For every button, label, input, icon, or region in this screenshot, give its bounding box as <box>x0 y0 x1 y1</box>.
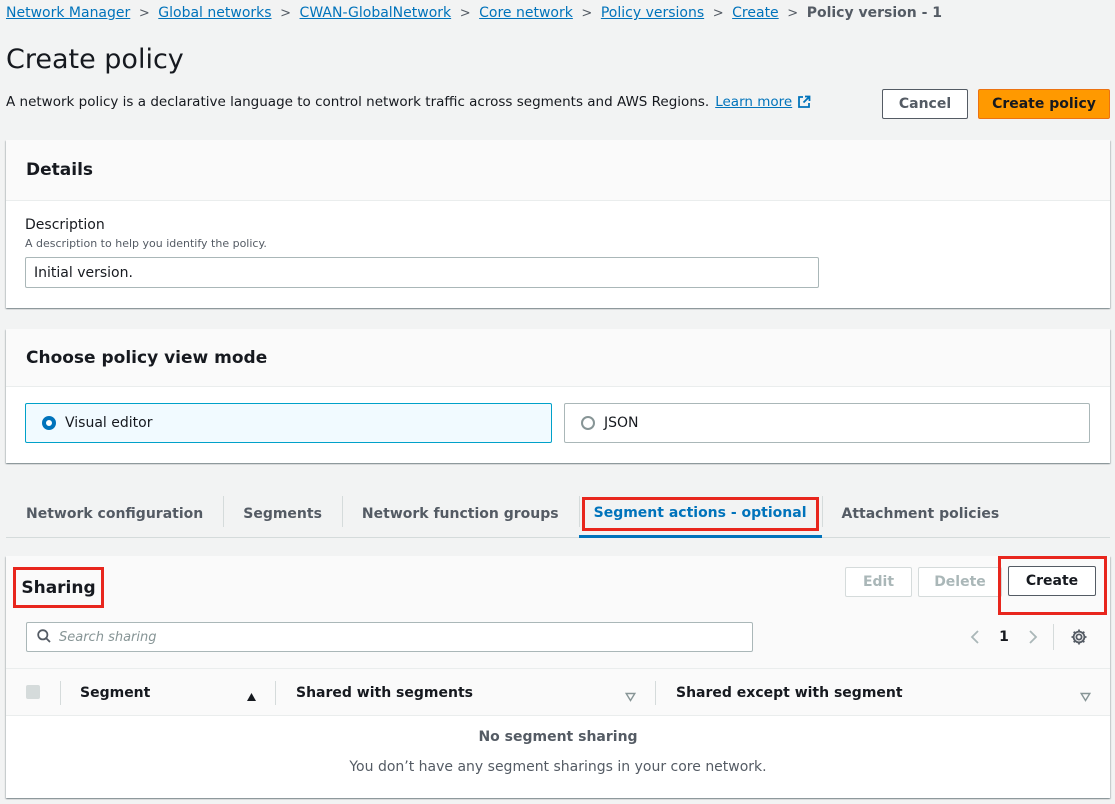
breadcrumb-current: Policy version - 1 <box>806 5 943 21</box>
page-number[interactable]: 1 <box>984 629 1024 645</box>
details-title: Details <box>6 140 1110 201</box>
breadcrumb: Network Manager > Global networks > CWAN… <box>6 3 942 23</box>
gear-icon[interactable] <box>1070 628 1088 650</box>
chevron-right-icon: > <box>459 5 471 21</box>
edit-button[interactable]: Edit <box>845 567 912 597</box>
delete-button[interactable]: Delete <box>918 567 1002 597</box>
chevron-right-icon: > <box>787 5 799 21</box>
search-box <box>26 622 753 652</box>
json-option[interactable]: JSON <box>564 403 1090 443</box>
sort-ascending-icon[interactable] <box>246 687 257 706</box>
column-divider <box>60 681 61 705</box>
breadcrumb-create[interactable]: Create <box>732 5 779 21</box>
details-panel: Details Description A description to hel… <box>6 140 1110 308</box>
breadcrumb-global-network[interactable]: CWAN-GlobalNetwork <box>300 5 452 21</box>
column-divider <box>275 681 276 705</box>
json-label: JSON <box>604 415 639 431</box>
tab-segment-actions[interactable]: Segment actions - optional <box>578 490 822 538</box>
create-policy-button[interactable]: Create policy <box>978 89 1110 119</box>
sort-unsorted-icon[interactable] <box>624 687 637 706</box>
tab-segment-actions-label: Segment actions - optional <box>581 496 819 531</box>
search-sharing-input[interactable] <box>59 629 739 645</box>
column-shared-except[interactable]: Shared except with segment <box>676 669 903 717</box>
column-divider <box>655 681 656 705</box>
page-title: Create policy <box>6 44 184 75</box>
page-description-text: A network policy is a declarative langua… <box>6 94 710 110</box>
previous-page-icon[interactable] <box>966 629 984 645</box>
table-header: Segment Shared with segments Shared exce… <box>6 668 1110 716</box>
page-description: A network policy is a declarative langua… <box>6 94 811 110</box>
column-shared-with[interactable]: Shared with segments <box>296 669 473 717</box>
next-page-icon[interactable] <box>1024 629 1042 645</box>
breadcrumb-global-networks[interactable]: Global networks <box>158 5 271 21</box>
pagination: 1 <box>966 624 1042 650</box>
tab-network-configuration[interactable]: Network configuration <box>6 490 223 537</box>
sharing-title: Sharing <box>13 567 104 608</box>
view-mode-panel: Choose policy view mode Visual editor JS… <box>6 329 1110 463</box>
chevron-right-icon: > <box>280 5 291 21</box>
breadcrumb-core-network[interactable]: Core network <box>479 5 573 21</box>
sort-unsorted-icon[interactable] <box>1079 687 1092 706</box>
external-link-icon <box>797 95 811 109</box>
radio-selected-icon <box>42 416 56 430</box>
tab-attachment-policies[interactable]: Attachment policies <box>821 490 1020 537</box>
description-label: Description <box>25 217 105 233</box>
description-input[interactable]: Initial version. <box>25 257 819 288</box>
learn-more-label: Learn more <box>715 94 793 110</box>
chevron-right-icon: > <box>581 5 593 21</box>
search-icon <box>37 628 51 647</box>
tab-segments[interactable]: Segments <box>223 490 342 537</box>
breadcrumb-network-manager[interactable]: Network Manager <box>6 5 130 21</box>
select-all-checkbox[interactable] <box>26 685 40 699</box>
chevron-right-icon: > <box>712 5 724 21</box>
visual-editor-label: Visual editor <box>65 415 153 431</box>
tab-network-function-groups[interactable]: Network function groups <box>341 490 579 537</box>
policy-tabs: Network configuration Segments Network f… <box>6 490 1110 538</box>
empty-state-description: You don’t have any segment sharings in y… <box>349 759 767 775</box>
column-segment[interactable]: Segment <box>80 669 150 717</box>
pager-divider <box>1053 624 1054 650</box>
learn-more-link[interactable]: Learn more <box>715 94 811 110</box>
view-mode-title: Choose policy view mode <box>6 329 1110 387</box>
description-hint: A description to help you identify the p… <box>25 237 267 250</box>
radio-unselected-icon <box>581 416 595 430</box>
chevron-right-icon: > <box>138 5 150 21</box>
empty-state-title: No segment sharing <box>478 729 638 745</box>
visual-editor-option[interactable]: Visual editor <box>25 403 552 443</box>
cancel-button[interactable]: Cancel <box>882 89 968 119</box>
create-sharing-button[interactable]: Create <box>1008 566 1096 596</box>
breadcrumb-policy-versions[interactable]: Policy versions <box>601 5 704 21</box>
